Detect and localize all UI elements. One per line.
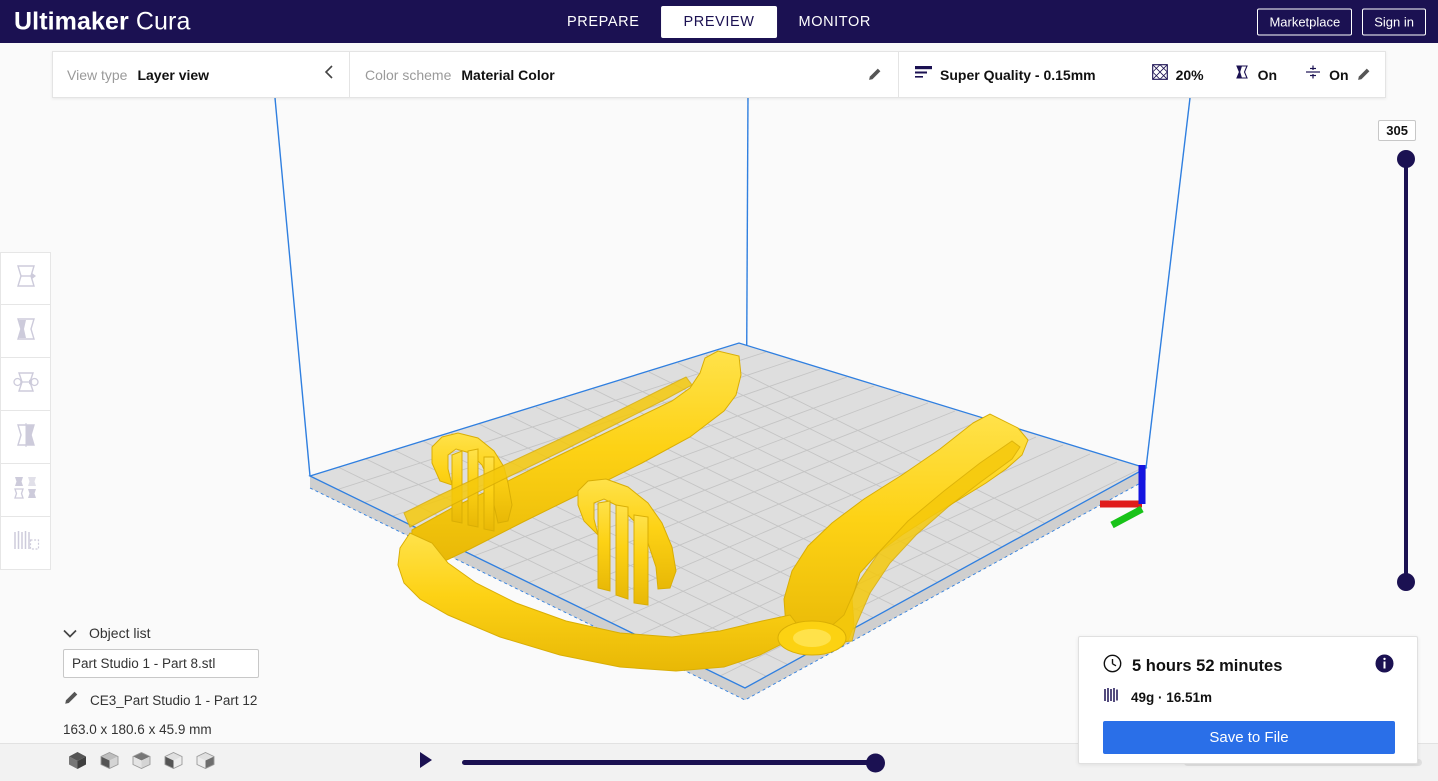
cura-app: Ultimaker Cura PREPARE PREVIEW MONITOR M… xyxy=(0,0,1438,781)
scale-tool-button[interactable] xyxy=(0,305,51,358)
color-scheme-value: Material Color xyxy=(461,66,555,83)
quality-setting[interactable]: Super Quality - 0.15mm xyxy=(915,65,1096,84)
quality-icon xyxy=(915,65,932,84)
object-list-toggle[interactable]: Object list xyxy=(63,625,259,641)
material-row: 49g · 16.51m xyxy=(1103,687,1394,708)
print-time-row: 5 hours 52 minutes xyxy=(1103,654,1394,678)
object-name-field[interactable]: Part Studio 1 - Part 8.stl xyxy=(63,649,259,678)
object-list-title: Object list xyxy=(89,625,151,641)
view-type-label: View type xyxy=(67,66,128,83)
per-model-settings-tool-button[interactable] xyxy=(0,464,51,517)
sign-in-button[interactable]: Sign in xyxy=(1362,8,1426,35)
move-tool-icon xyxy=(13,263,39,294)
view-type-selector[interactable]: View type Layer view xyxy=(53,52,349,97)
support-icon xyxy=(1234,64,1250,85)
object-dimensions: 163.0 x 180.6 x 45.9 mm xyxy=(63,722,212,737)
clock-icon xyxy=(1103,654,1122,678)
support-blocker-icon xyxy=(12,528,40,559)
adhesion-setting[interactable]: On xyxy=(1305,64,1349,85)
color-scheme-selector[interactable]: Color scheme Material Color xyxy=(350,52,898,97)
view-type-value: Layer view xyxy=(137,66,210,83)
object-list-panel: Object list Part Studio 1 - Part 8.stl C… xyxy=(63,625,259,737)
view-top-icon[interactable] xyxy=(132,751,151,775)
quality-value: Super Quality - 0.15mm xyxy=(940,66,1096,83)
move-tool-button[interactable] xyxy=(0,252,51,305)
view-left-icon[interactable] xyxy=(164,751,183,775)
layer-slider-value: 305 xyxy=(1378,120,1416,141)
info-icon[interactable] xyxy=(1375,654,1394,678)
mirror-tool-icon xyxy=(13,422,39,453)
support-value: On xyxy=(1257,66,1278,83)
simulation-controls xyxy=(418,751,885,774)
main-tabs: PREPARE PREVIEW MONITOR xyxy=(545,6,893,38)
print-time-value: 5 hours 52 minutes xyxy=(1132,656,1283,675)
save-to-file-button[interactable]: Save to File xyxy=(1103,721,1395,754)
camera-view-buttons xyxy=(68,751,215,775)
mirror-tool-button[interactable] xyxy=(0,411,51,464)
view-3d-icon[interactable] xyxy=(68,751,87,775)
filament-icon xyxy=(1103,687,1121,708)
rotate-tool-icon xyxy=(12,369,39,400)
simulation-slider-track[interactable] xyxy=(462,753,885,772)
material-value: 49g · 16.51m xyxy=(1131,690,1213,705)
per-model-settings-icon xyxy=(12,475,40,506)
print-settings-selector[interactable]: Super Quality - 0.15mm 20% On On xyxy=(899,52,1385,97)
edit-object-pencil-icon[interactable] xyxy=(63,690,79,711)
simulation-slider-handle[interactable] xyxy=(866,753,885,772)
chevron-left-icon[interactable] xyxy=(324,64,335,85)
view-front-icon[interactable] xyxy=(100,751,119,775)
app-logo: Ultimaker Cura xyxy=(14,7,190,36)
adhesion-icon xyxy=(1305,64,1321,85)
support-setting[interactable]: On xyxy=(1234,64,1277,85)
tab-preview[interactable]: PREVIEW xyxy=(661,6,777,38)
header-actions: Marketplace Sign in xyxy=(1257,8,1426,35)
chevron-down-icon xyxy=(63,627,77,640)
layer-slider[interactable]: 305 xyxy=(1376,120,1424,600)
printer-object-name: CE3_Part Studio 1 - Part 12 xyxy=(90,693,258,708)
infill-value: 20% xyxy=(1175,66,1204,83)
left-toolbar xyxy=(0,252,51,570)
print-info-card: 5 hours 52 minutes 49g · 16.51m Save to … xyxy=(1078,636,1418,764)
printer-object-row[interactable]: CE3_Part Studio 1 - Part 12 xyxy=(63,690,259,711)
play-icon[interactable] xyxy=(418,751,434,774)
marketplace-button[interactable]: Marketplace xyxy=(1257,8,1353,35)
layer-slider-upper-handle[interactable] xyxy=(1397,150,1415,168)
rotate-tool-button[interactable] xyxy=(0,358,51,411)
infill-icon xyxy=(1151,64,1168,85)
layer-slider-track[interactable] xyxy=(1404,158,1408,582)
edit-color-scheme-pencil-icon[interactable] xyxy=(867,67,882,82)
app-header: Ultimaker Cura PREPARE PREVIEW MONITOR M… xyxy=(0,0,1438,43)
color-scheme-label: Color scheme xyxy=(365,66,452,83)
brand-light: Cura xyxy=(135,7,191,35)
settings-bar: View type Layer view Color scheme Materi… xyxy=(52,51,1386,98)
scale-tool-icon xyxy=(13,316,39,347)
tab-monitor[interactable]: MONITOR xyxy=(777,6,893,38)
layer-slider-lower-handle[interactable] xyxy=(1397,573,1415,591)
support-blocker-tool-button[interactable] xyxy=(0,517,51,570)
brand-bold: Ultimaker xyxy=(14,7,129,35)
tab-prepare[interactable]: PREPARE xyxy=(545,6,661,38)
axis-y xyxy=(1110,505,1144,529)
edit-print-settings-pencil-icon[interactable] xyxy=(1356,67,1371,82)
view-right-icon[interactable] xyxy=(196,751,215,775)
infill-setting[interactable]: 20% xyxy=(1151,64,1204,85)
adhesion-value: On xyxy=(1329,66,1349,83)
